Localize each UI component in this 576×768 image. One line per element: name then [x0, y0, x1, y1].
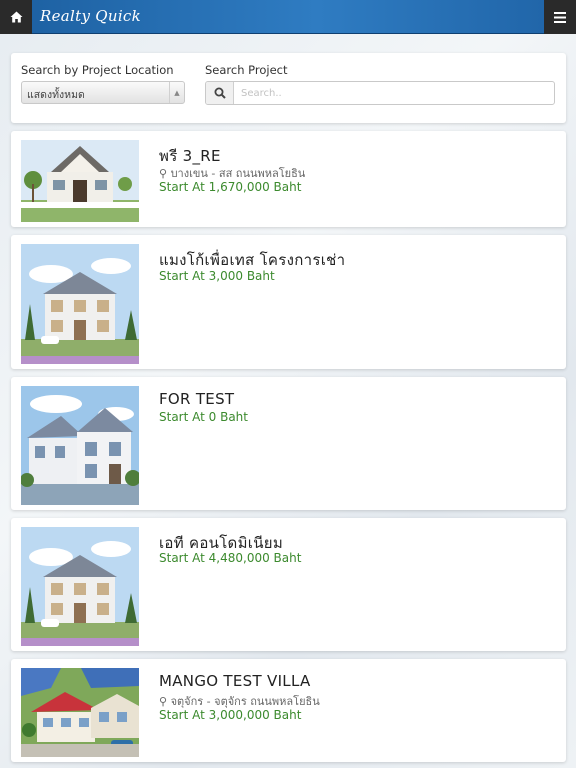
project-card[interactable]: แมงโก้เพื่อเทส โครงการเช่า Start At 3,00… [11, 235, 566, 369]
select-arrow-icon: ▲ [169, 82, 184, 103]
location-label: Search by Project Location [21, 63, 174, 77]
project-name[interactable]: MANGO TEST VILLA [159, 672, 311, 690]
project-search-box[interactable] [205, 81, 555, 105]
location-select-value: แสดงทั้งหมด [27, 89, 85, 101]
top-bar: Realty Quick [0, 0, 576, 34]
map-marker-icon: ⚲ [159, 167, 168, 180]
project-location-text: จตุจักร - จตุจักร ถนนพหลโยธิน [170, 695, 320, 708]
project-card[interactable]: FOR TEST Start At 0 Baht [11, 377, 566, 510]
home-icon [10, 11, 22, 23]
app-title: Realty Quick [40, 7, 142, 25]
project-price: Start At 4,480,000 Baht [159, 551, 302, 565]
project-label: Search Project [205, 63, 288, 77]
project-thumbnail [21, 140, 139, 222]
menu-icon [554, 11, 566, 23]
search-icon [206, 82, 234, 104]
project-price: Start At 3,000 Baht [159, 269, 275, 283]
project-price: Start At 1,670,000 Baht [159, 180, 302, 194]
project-thumbnail [21, 386, 139, 505]
project-price: Start At 3,000,000 Baht [159, 708, 302, 722]
project-thumbnail [21, 244, 139, 364]
home-button[interactable] [0, 0, 32, 34]
project-location-text: บางเขน - สส ถนนพหลโยธิน [170, 167, 306, 180]
search-panel: Search by Project Location แสดงทั้งหมด ▲… [11, 53, 566, 123]
project-thumbnail [21, 668, 139, 757]
menu-button[interactable] [544, 0, 576, 34]
search-input[interactable] [235, 82, 553, 104]
map-marker-icon: ⚲ [159, 695, 168, 708]
project-price: Start At 0 Baht [159, 410, 248, 424]
project-thumbnail [21, 527, 139, 646]
location-select[interactable]: แสดงทั้งหมด ▲ [21, 81, 185, 104]
project-name[interactable]: FOR TEST [159, 390, 234, 408]
project-card[interactable]: พรี 3_RE ⚲ บางเขน - สส ถนนพหลโยธิน Start… [11, 131, 566, 227]
project-card[interactable]: MANGO TEST VILLA ⚲ จตุจักร - จตุจักร ถนน… [11, 659, 566, 762]
project-card[interactable]: เอที คอนโดมิเนียม Start At 4,480,000 Bah… [11, 518, 566, 651]
